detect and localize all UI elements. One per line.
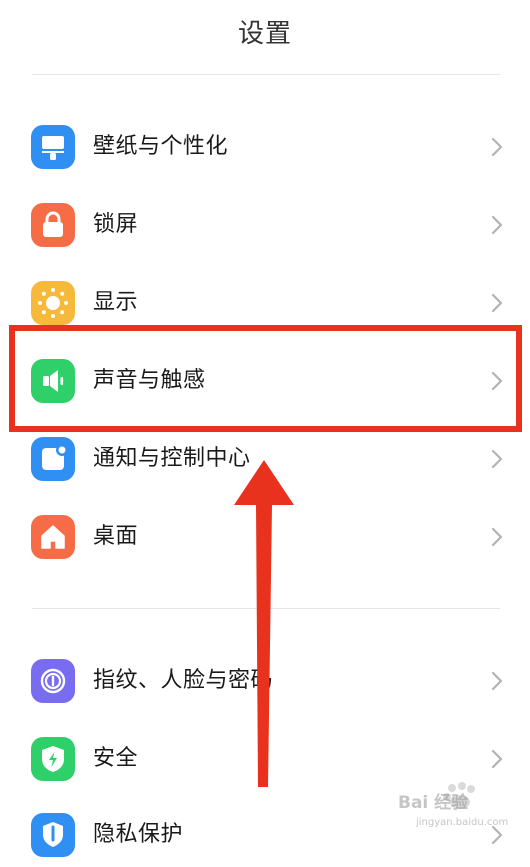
chevron-right-icon	[484, 669, 508, 693]
chevron-right-icon	[484, 369, 508, 393]
chevron-right-icon	[484, 213, 508, 237]
watermark-url: jingyan.baidu.com	[416, 817, 509, 828]
brightness-icon	[31, 281, 75, 325]
settings-item-biometrics[interactable]: 指纹、人脸与密码	[0, 649, 530, 713]
settings-item-label: 指纹、人脸与密码	[93, 668, 274, 693]
settings-item-notifications[interactable]: 通知与控制中心	[0, 427, 530, 491]
fingerprint-icon	[31, 659, 75, 703]
home-icon	[31, 515, 75, 559]
settings-item-label: 锁屏	[93, 212, 139, 237]
settings-item-wallpaper[interactable]: 壁纸与个性化	[0, 115, 530, 179]
settings-item-label: 安全	[93, 746, 139, 771]
settings-item-label: 隐私保护	[93, 822, 184, 847]
chevron-right-icon	[484, 291, 508, 315]
privacy-icon	[31, 813, 75, 857]
watermark-text: Bai 经验	[398, 793, 469, 813]
group-divider	[32, 608, 500, 609]
shield-icon	[31, 737, 75, 781]
chevron-right-icon	[484, 525, 508, 549]
notification-icon	[31, 437, 75, 481]
settings-item-label: 通知与控制中心	[93, 446, 251, 471]
wallpaper-icon	[31, 125, 75, 169]
settings-item-label: 声音与触感	[93, 368, 206, 393]
settings-item-lockscreen[interactable]: 锁屏	[0, 193, 530, 257]
settings-item-sound[interactable]: 声音与触感	[0, 349, 530, 413]
settings-item-display[interactable]: 显示	[0, 271, 530, 335]
settings-item-label: 壁纸与个性化	[93, 134, 229, 159]
speaker-icon	[31, 359, 75, 403]
chevron-right-icon	[484, 447, 508, 471]
header-divider	[32, 74, 500, 75]
chevron-right-icon	[484, 747, 508, 771]
settings-item-label: 桌面	[93, 524, 139, 549]
page-title: 设置	[237, 19, 292, 49]
lock-icon	[31, 203, 75, 247]
settings-item-desktop[interactable]: 桌面	[0, 505, 530, 569]
settings-item-label: 显示	[93, 290, 139, 315]
chevron-right-icon	[484, 135, 508, 159]
